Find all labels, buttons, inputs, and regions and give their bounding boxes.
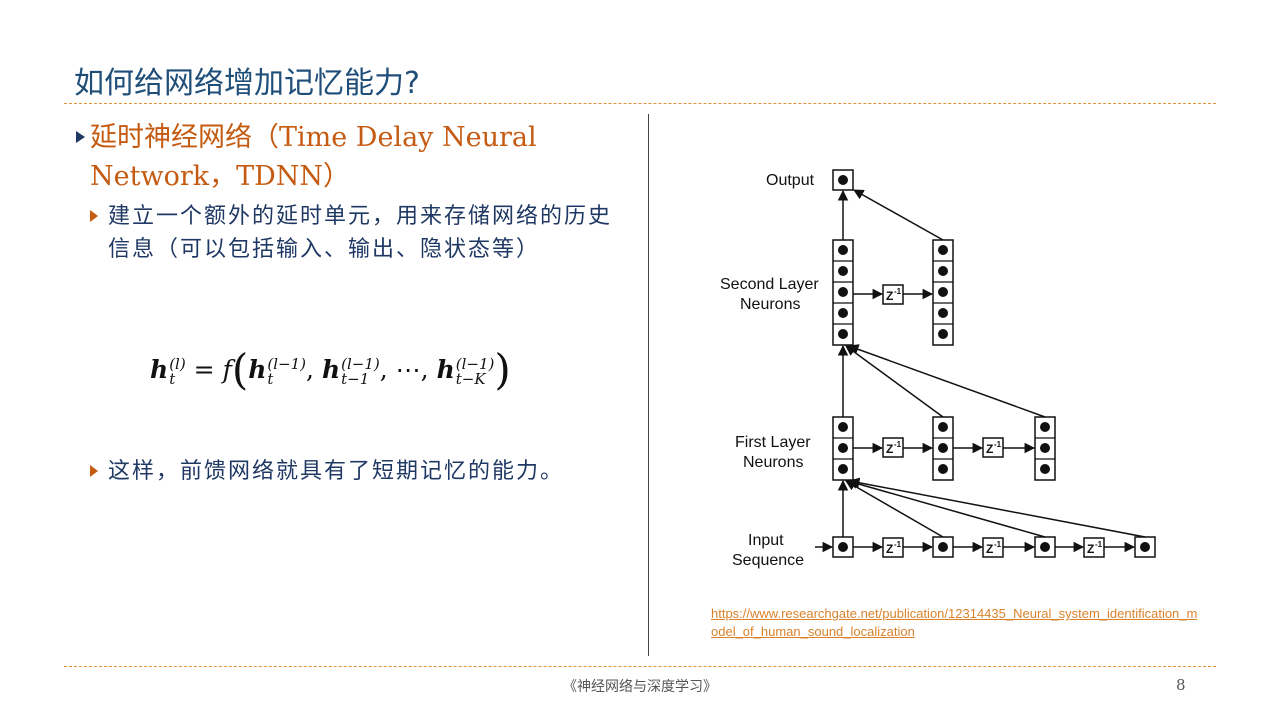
page-number: 8 (1176, 676, 1186, 694)
bullet-tdnn-text: 延时神经网络（Time Delay Neural Network，TDNN） (90, 122, 537, 192)
formula-dots: ⋯ (395, 355, 421, 384)
formula-t3-var: h (436, 355, 455, 384)
formula-t2-var: h (321, 355, 341, 384)
formula-t1-sub: t (267, 369, 274, 388)
delay-label-sup: -1 (894, 287, 902, 296)
delay-label-sup: -1 (994, 540, 1002, 549)
footer-book-title: 《神经网络与深度学习》 (563, 679, 717, 695)
footer-divider (64, 666, 1216, 667)
label-input-1: Input (748, 532, 784, 549)
column-divider (648, 114, 649, 656)
delay-label: Z (886, 442, 893, 456)
formula-t2-sub: t−1 (341, 369, 370, 388)
bullet-triangle-icon (90, 210, 98, 222)
formula-func: f (222, 355, 232, 384)
slide-title: 如何给网络增加记忆能力? (74, 66, 420, 101)
label-second-layer-2: Neurons (740, 296, 800, 313)
tdnn-formula: h (l) t = f(h (l−1) t, h (l−1) t−1, ⋯, h (l−1) t… (150, 345, 511, 394)
label-input-2: Sequence (732, 552, 804, 569)
formula-close-paren: ) (494, 345, 511, 394)
label-output: Output (766, 172, 815, 189)
delay-label: Z (1087, 542, 1094, 556)
delay-label: Z (886, 289, 893, 303)
delay-label: Z (886, 542, 893, 556)
formula-t1-sup: (l−1) (267, 354, 307, 373)
bullet-delay-unit-text: 建立一个额外的延时单元，用来存储网络的历史信息（可以包括输入、输出、隐状态等） (108, 204, 613, 262)
formula-lhs-var: h (150, 355, 169, 384)
formula-open-paren: ( (231, 345, 249, 394)
delay-label-sup: -1 (894, 440, 902, 449)
formula-lhs-sub: t (169, 369, 176, 388)
delay-label-sup: -1 (894, 540, 902, 549)
label-second-layer-1: Second Layer (720, 276, 819, 293)
delay-label-sup: -1 (994, 440, 1002, 449)
formula-t3-sub: t−K (455, 369, 486, 388)
bullet-short-term-memory-text: 这样，前馈网络就具有了短期记忆的能力。 (108, 459, 565, 484)
label-first-layer-2: Neurons (743, 454, 803, 471)
formula-t1-var: h (248, 355, 267, 384)
delay-label: Z (986, 542, 993, 556)
label-first-layer-1: First Layer (735, 434, 811, 451)
bullet-triangle-icon (90, 465, 98, 477)
delay-label-sup: -1 (1095, 540, 1103, 549)
delay-label: Z (986, 442, 993, 456)
tdnn-diagram: Output Second Layer Neurons First Layer … (720, 169, 1156, 569)
bullet-triangle-icon (76, 131, 85, 143)
source-link[interactable]: https://www.researchgate.net/publication… (711, 605, 1203, 641)
formula-equals: = (193, 355, 215, 384)
title-divider (64, 103, 1216, 104)
